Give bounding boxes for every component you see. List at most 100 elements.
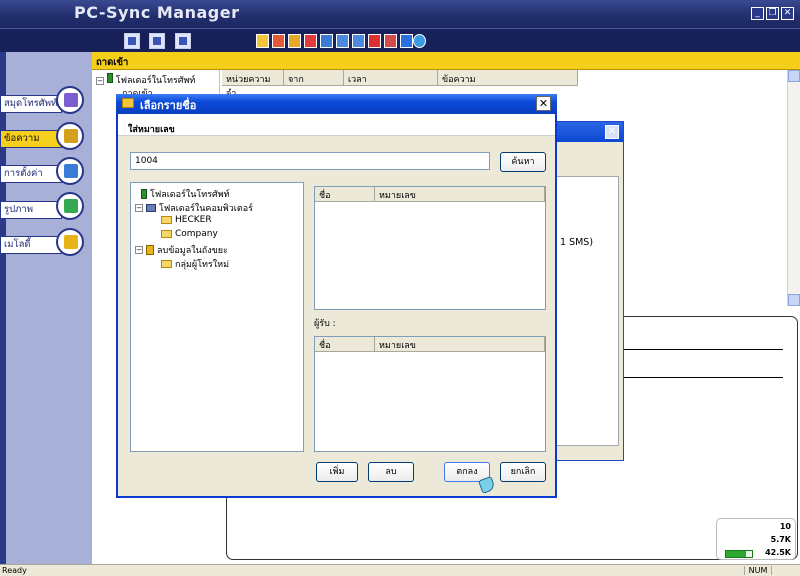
main-scrollbar[interactable] xyxy=(787,70,800,306)
save-icon[interactable] xyxy=(336,34,349,48)
window-controls: _ ❐ ✕ xyxy=(751,7,794,20)
sms-receive-icon[interactable] xyxy=(288,34,301,48)
recipient-label: ผู้รับ : xyxy=(314,319,336,329)
contact-folder-tree: โฟลเดอร์ในโทรศัพท์ − โฟลเดอร์ในคอมพิวเตอร… xyxy=(130,182,304,452)
message-list-header: หน่วยความจำ จาก เวลา ข้อความ xyxy=(222,70,578,99)
close-icon[interactable]: ✕ xyxy=(605,125,619,139)
col-message[interactable]: ข้อความ xyxy=(438,70,578,85)
col-name[interactable]: ชื่อ xyxy=(315,337,375,351)
left-nav: สมุดโทรศัพท์ ข้อความ การตั้งค่า รูปภาพ เ… xyxy=(0,52,92,564)
status-num: NUM xyxy=(744,566,772,575)
usage-bar xyxy=(725,550,753,558)
contacts-list[interactable]: ชื่อ หมายเลข xyxy=(314,186,546,310)
collapse-icon[interactable]: − xyxy=(135,246,143,254)
tree-label: โฟลเดอร์ในโทรศัพท์ xyxy=(150,190,230,200)
tree-label: กลุ่มผู้โทรใหม่ xyxy=(175,260,230,270)
export-icon[interactable] xyxy=(352,34,365,48)
col-number[interactable]: หมายเลข xyxy=(375,337,545,351)
nav-item-settings[interactable]: การตั้งค่า xyxy=(0,165,62,183)
properties-icon[interactable] xyxy=(149,33,165,49)
app-title: PC-Sync Manager xyxy=(74,3,240,22)
nav-item-messages[interactable]: ข้อความ xyxy=(0,130,62,148)
settings-icon[interactable] xyxy=(56,157,84,185)
minimize-button[interactable]: _ xyxy=(751,7,764,20)
recipients-list-header: ชื่อ หมายเลข xyxy=(315,337,545,352)
tree-item-new-callers[interactable]: กลุ่มผู้โทรใหม่ xyxy=(161,257,229,271)
storage-stats: 10 5.7K 42.5K xyxy=(716,518,796,560)
picture-icon[interactable] xyxy=(56,192,84,220)
message-glyph xyxy=(64,129,78,143)
nav-item-pictures[interactable]: รูปภาพ xyxy=(0,201,62,219)
refresh-icon[interactable] xyxy=(413,34,426,48)
sms-delete-icon[interactable] xyxy=(304,34,317,48)
book-icon[interactable] xyxy=(384,34,397,48)
help-icon[interactable] xyxy=(175,33,191,49)
col-memory[interactable]: หน่วยความจำ xyxy=(222,70,284,99)
dialog-title: เลือกรายชื่อ xyxy=(140,99,197,112)
select-contact-dialog: เลือกรายชื่อ ✕ ใส่หมายเลข ค้นหา โฟลเดอร์… xyxy=(116,94,557,498)
col-time[interactable]: เวลา xyxy=(344,70,438,85)
computer-icon xyxy=(146,204,156,212)
phone-icon xyxy=(106,73,113,83)
scroll-down-icon[interactable] xyxy=(788,294,800,306)
phone-book-icon[interactable] xyxy=(56,86,84,114)
size-used: 5.7K xyxy=(770,535,791,544)
message-count: 10 xyxy=(779,522,791,531)
info-icon[interactable] xyxy=(400,34,413,48)
status-bar: Ready NUM xyxy=(0,564,800,576)
tree-item-phone-folder[interactable]: − โฟลเดอร์ในโทรศัพท์ xyxy=(96,73,195,87)
close-button[interactable]: ✕ xyxy=(781,7,794,20)
tree-label: Company xyxy=(175,229,218,239)
stop-icon[interactable] xyxy=(368,34,381,48)
envelope-icon xyxy=(122,98,134,108)
toolbar xyxy=(0,28,800,52)
recipients-list[interactable]: ชื่อ หมายเลข xyxy=(314,336,546,452)
dialog-header: ใส่หมายเลข xyxy=(118,114,555,136)
delete-button[interactable]: ลบ xyxy=(368,462,414,482)
copy-icon[interactable] xyxy=(320,34,333,48)
tree-label: ลบข้อมูลในถังขยะ xyxy=(157,246,228,256)
background-dialog-content xyxy=(553,176,619,446)
cancel-button[interactable]: ยกเลิก xyxy=(500,462,546,482)
status-ready: Ready xyxy=(2,566,27,575)
contact-lists-pane: ชื่อ หมายเลข ชื่อ หมายเลข xyxy=(304,182,554,452)
sms-send-icon[interactable] xyxy=(272,34,285,48)
folder-icon xyxy=(161,216,172,224)
tree-label: HECKER xyxy=(175,215,212,225)
message-icon[interactable] xyxy=(56,122,84,150)
inbox-header: ถาดเข้า xyxy=(92,52,800,70)
tree-item-phone[interactable]: โฟลเดอร์ในโทรศัพท์ xyxy=(141,187,230,201)
divider xyxy=(623,377,783,378)
col-number[interactable]: หมายเลข xyxy=(375,187,545,201)
phone-icon xyxy=(141,189,147,199)
restore-button[interactable]: ❐ xyxy=(766,7,779,20)
title-bar: PC-Sync Manager _ ❐ ✕ xyxy=(0,0,800,28)
divider xyxy=(623,349,783,350)
dialog-close-button[interactable]: ✕ xyxy=(536,96,551,111)
tree-label: โฟลเดอร์ในโทรศัพท์ xyxy=(115,76,196,86)
document-icon[interactable] xyxy=(124,33,140,49)
col-name[interactable]: ชื่อ xyxy=(315,187,375,201)
collapse-icon[interactable]: − xyxy=(135,204,143,212)
tree-item-computer[interactable]: − โฟลเดอร์ในคอมพิวเตอร์ xyxy=(135,201,253,215)
envelope-icon[interactable] xyxy=(256,34,269,48)
search-button[interactable]: ค้นหา xyxy=(500,152,546,172)
tree-item-hecker[interactable]: HECKER xyxy=(161,215,212,225)
picture-glyph xyxy=(64,199,78,213)
collapse-icon[interactable]: − xyxy=(96,77,104,85)
number-input[interactable] xyxy=(130,152,490,170)
sms-count-text: 1 SMS) xyxy=(560,237,594,248)
melody-icon[interactable] xyxy=(56,228,84,256)
settings-glyph xyxy=(64,164,78,178)
tree-item-trash[interactable]: − ลบข้อมูลในถังขยะ xyxy=(135,243,228,257)
folder-icon xyxy=(161,260,172,268)
dialog-titlebar: เลือกรายชื่อ ✕ xyxy=(116,94,557,114)
melody-glyph xyxy=(64,235,78,249)
nav-item-phonebook[interactable]: สมุดโทรศัพท์ xyxy=(0,95,62,113)
nav-item-melody[interactable]: เมโลดี้ xyxy=(0,236,62,254)
col-from[interactable]: จาก xyxy=(284,70,344,85)
tree-item-company[interactable]: Company xyxy=(161,229,218,239)
scroll-up-icon[interactable] xyxy=(788,70,800,82)
folder-icon xyxy=(161,230,172,238)
add-button[interactable]: เพิ่ม xyxy=(316,462,358,482)
